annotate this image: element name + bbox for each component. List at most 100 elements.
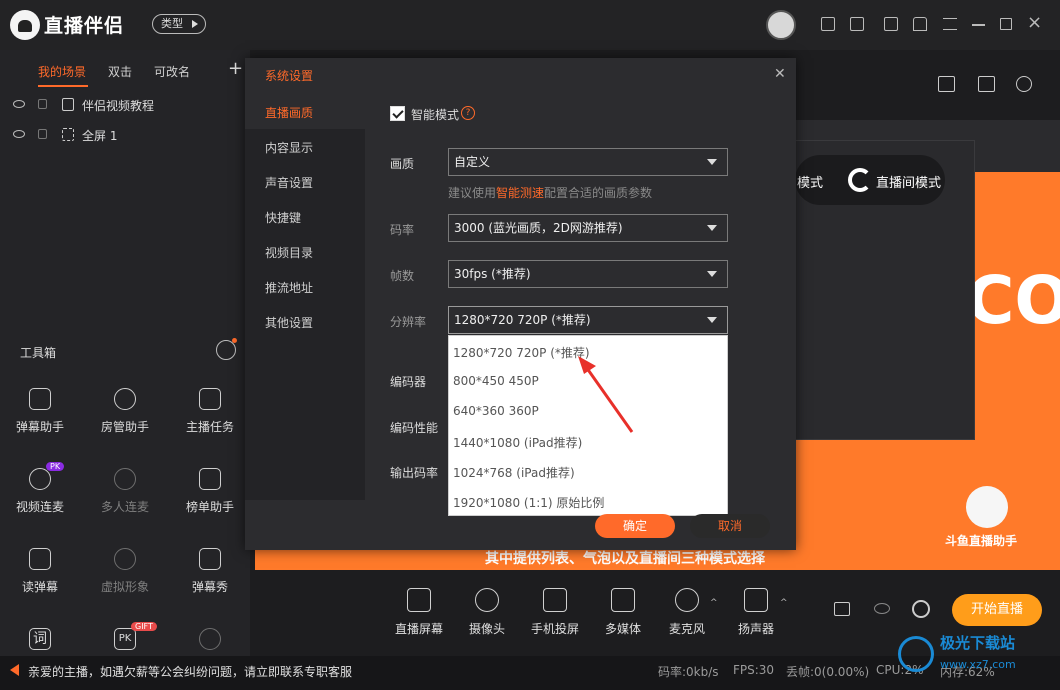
speaker-chevron-up-icon[interactable]: ^ [780,598,788,608]
scene-item[interactable]: 全屏 1 [0,121,250,149]
add-scene-icon[interactable]: + [228,58,243,79]
tool-microphone[interactable]: 麦克风 [652,588,722,637]
minimize-icon[interactable] [972,24,985,26]
start-live-button[interactable]: 开始直播 [952,594,1042,626]
pk-badge: PK [46,462,65,471]
close-icon[interactable]: × [1027,12,1042,33]
type-button[interactable]: 类型 [152,14,206,34]
quality-value: 自定义 [454,155,491,169]
speed-test-link[interactable]: 智能测速 [496,186,544,200]
quality-select[interactable]: 自定义 [448,148,728,176]
nav-live-quality[interactable]: 直播画质 [265,104,313,121]
bitrate-select[interactable]: 3000 (蓝光画质，2D网游推荐) [448,214,728,242]
tool-label: 摄像头 [468,622,505,636]
avatar[interactable] [766,10,796,40]
tool-multi-link[interactable]: 多人连麦 [85,456,165,530]
ok-button[interactable]: 确定 [595,514,675,538]
tool-phone-cast[interactable]: 手机投屏 [520,588,590,637]
resolution-option[interactable]: 1024*768 (iPad推荐) [453,464,575,481]
eye-icon[interactable] [874,603,890,614]
preview-big-text: CO [966,262,1060,339]
tool-word[interactable]: 词 [0,616,80,656]
scene-item[interactable]: 伴侣视频教程 [0,91,250,119]
tool-label: 弹幕秀 [191,580,228,594]
lock-icon[interactable] [38,99,47,109]
tool-read-danmu[interactable]: 读弹幕 [0,536,80,610]
quality-hint: 建议使用智能测速配置合适的画质参数 [448,184,652,201]
nav-content-display[interactable]: 内容显示 [265,139,313,156]
menu-icon[interactable] [943,18,957,30]
dialog-close-icon[interactable]: ✕ [774,66,786,82]
tab-my-scene[interactable]: 我的场景 [38,63,86,80]
tool-live-screen[interactable]: 直播屏幕 [384,588,454,637]
eye-icon[interactable] [13,130,25,138]
mail-icon[interactable] [821,17,835,31]
tool-label: 直播屏幕 [394,622,443,636]
chevron-down-icon [707,159,717,165]
tool-room-manager[interactable]: 房管助手 [85,376,165,450]
watermark-text: 极光下载站 [940,634,1016,652]
tool-multimedia[interactable]: 多媒体 [588,588,658,637]
subtitle-text: 其中提供列表、气泡以及直播间三种模式选择 [485,551,765,567]
gift-icon[interactable] [938,76,955,92]
tool-danmu-show[interactable]: 弹幕秀 [170,536,250,610]
tool-speaker[interactable]: 扬声器 [721,588,791,637]
layout-icon[interactable] [978,76,995,92]
tab-double-click[interactable]: 双击 [108,63,132,80]
status-dropped: 丢帧:0(0.00%) [786,665,870,679]
tool-video-link[interactable]: PK 视频连麦 [0,456,80,530]
shirt-icon[interactable] [913,17,927,31]
smart-mode-checkbox[interactable] [390,106,405,121]
nav-stream-url[interactable]: 推流地址 [265,279,313,296]
tool-avatar[interactable]: 虚拟形象 [85,536,165,610]
more-icon[interactable] [216,340,236,360]
hint-suffix: 配置合适的画质参数 [544,186,653,200]
resolution-select[interactable]: 1280*720 720P (*推荐) [448,306,728,334]
nav-other[interactable]: 其他设置 [265,314,313,331]
tool-camera[interactable]: 摄像头 [452,588,522,637]
douyu-label: 斗鱼直播助手 [945,534,1018,548]
tool-anchor-task[interactable]: 主播任务 [170,376,250,450]
tool-danmu-helper[interactable]: 弹幕助手 [0,376,80,450]
tab-renamable[interactable]: 可改名 [154,63,190,80]
tv-icon [199,548,221,570]
camera-icon [475,588,499,612]
settings-nav-list: 直播画质 内容显示 声音设置 快捷键 视频目录 推流地址 其他设置 [245,94,365,354]
mascot-icon [966,486,1008,528]
help-icon[interactable]: ? [461,106,475,120]
settings-gear-icon[interactable] [912,600,930,618]
nav-video-dir[interactable]: 视频目录 [265,244,313,261]
encoder-perf-label: 编码性能 [390,421,439,435]
left-panel: 我的场景 双击 可改名 + 伴侣视频教程 全屏 1 工具箱 弹幕助手 房管助手 … [0,50,250,656]
resolution-option[interactable]: 1920*1080 (1:1) 原始比例 [453,494,604,511]
tool-label: 读弹幕 [21,580,58,594]
status-notice: 亲爱的主播，如遇欠薪等公会纠纷问题，请立即联系专职客服 [28,665,353,679]
fullscreen-icon [62,128,74,141]
nav-shortcuts[interactable]: 快捷键 [265,209,301,226]
eye-icon[interactable] [13,100,25,108]
resolution-option[interactable]: 640*360 360P [453,404,539,418]
lock-icon[interactable] [38,129,47,139]
record-icon[interactable] [834,602,850,616]
cancel-button[interactable]: 取消 [690,514,770,538]
maximize-icon[interactable] [1000,18,1012,30]
nav-sound[interactable]: 声音设置 [265,174,313,191]
tool-ranking[interactable]: 榜单助手 [170,456,250,530]
video-icon[interactable] [850,17,864,31]
tool-download[interactable] [170,616,250,656]
tool-pk-gift[interactable]: PK GIFT [85,616,165,656]
tool-label: 虚拟形象 [100,580,149,594]
mic-chevron-up-icon[interactable]: ^ [710,598,718,608]
tool-label: 视频连麦 [15,500,64,514]
danmu-icon [29,388,51,410]
resolution-option[interactable]: 800*450 450P [453,374,539,388]
download-icon [114,548,136,570]
media-icon [611,588,635,612]
resolution-option[interactable]: 1440*1080 (iPad推荐) [453,434,582,451]
tool-label: 扬声器 [737,622,774,636]
tool-label: 多人连麦 [100,500,149,514]
tool-label: 弹幕助手 [15,420,64,434]
share-icon[interactable] [1016,76,1032,92]
tablet-icon[interactable] [884,17,898,31]
fps-select[interactable]: 30fps (*推荐) [448,260,728,288]
